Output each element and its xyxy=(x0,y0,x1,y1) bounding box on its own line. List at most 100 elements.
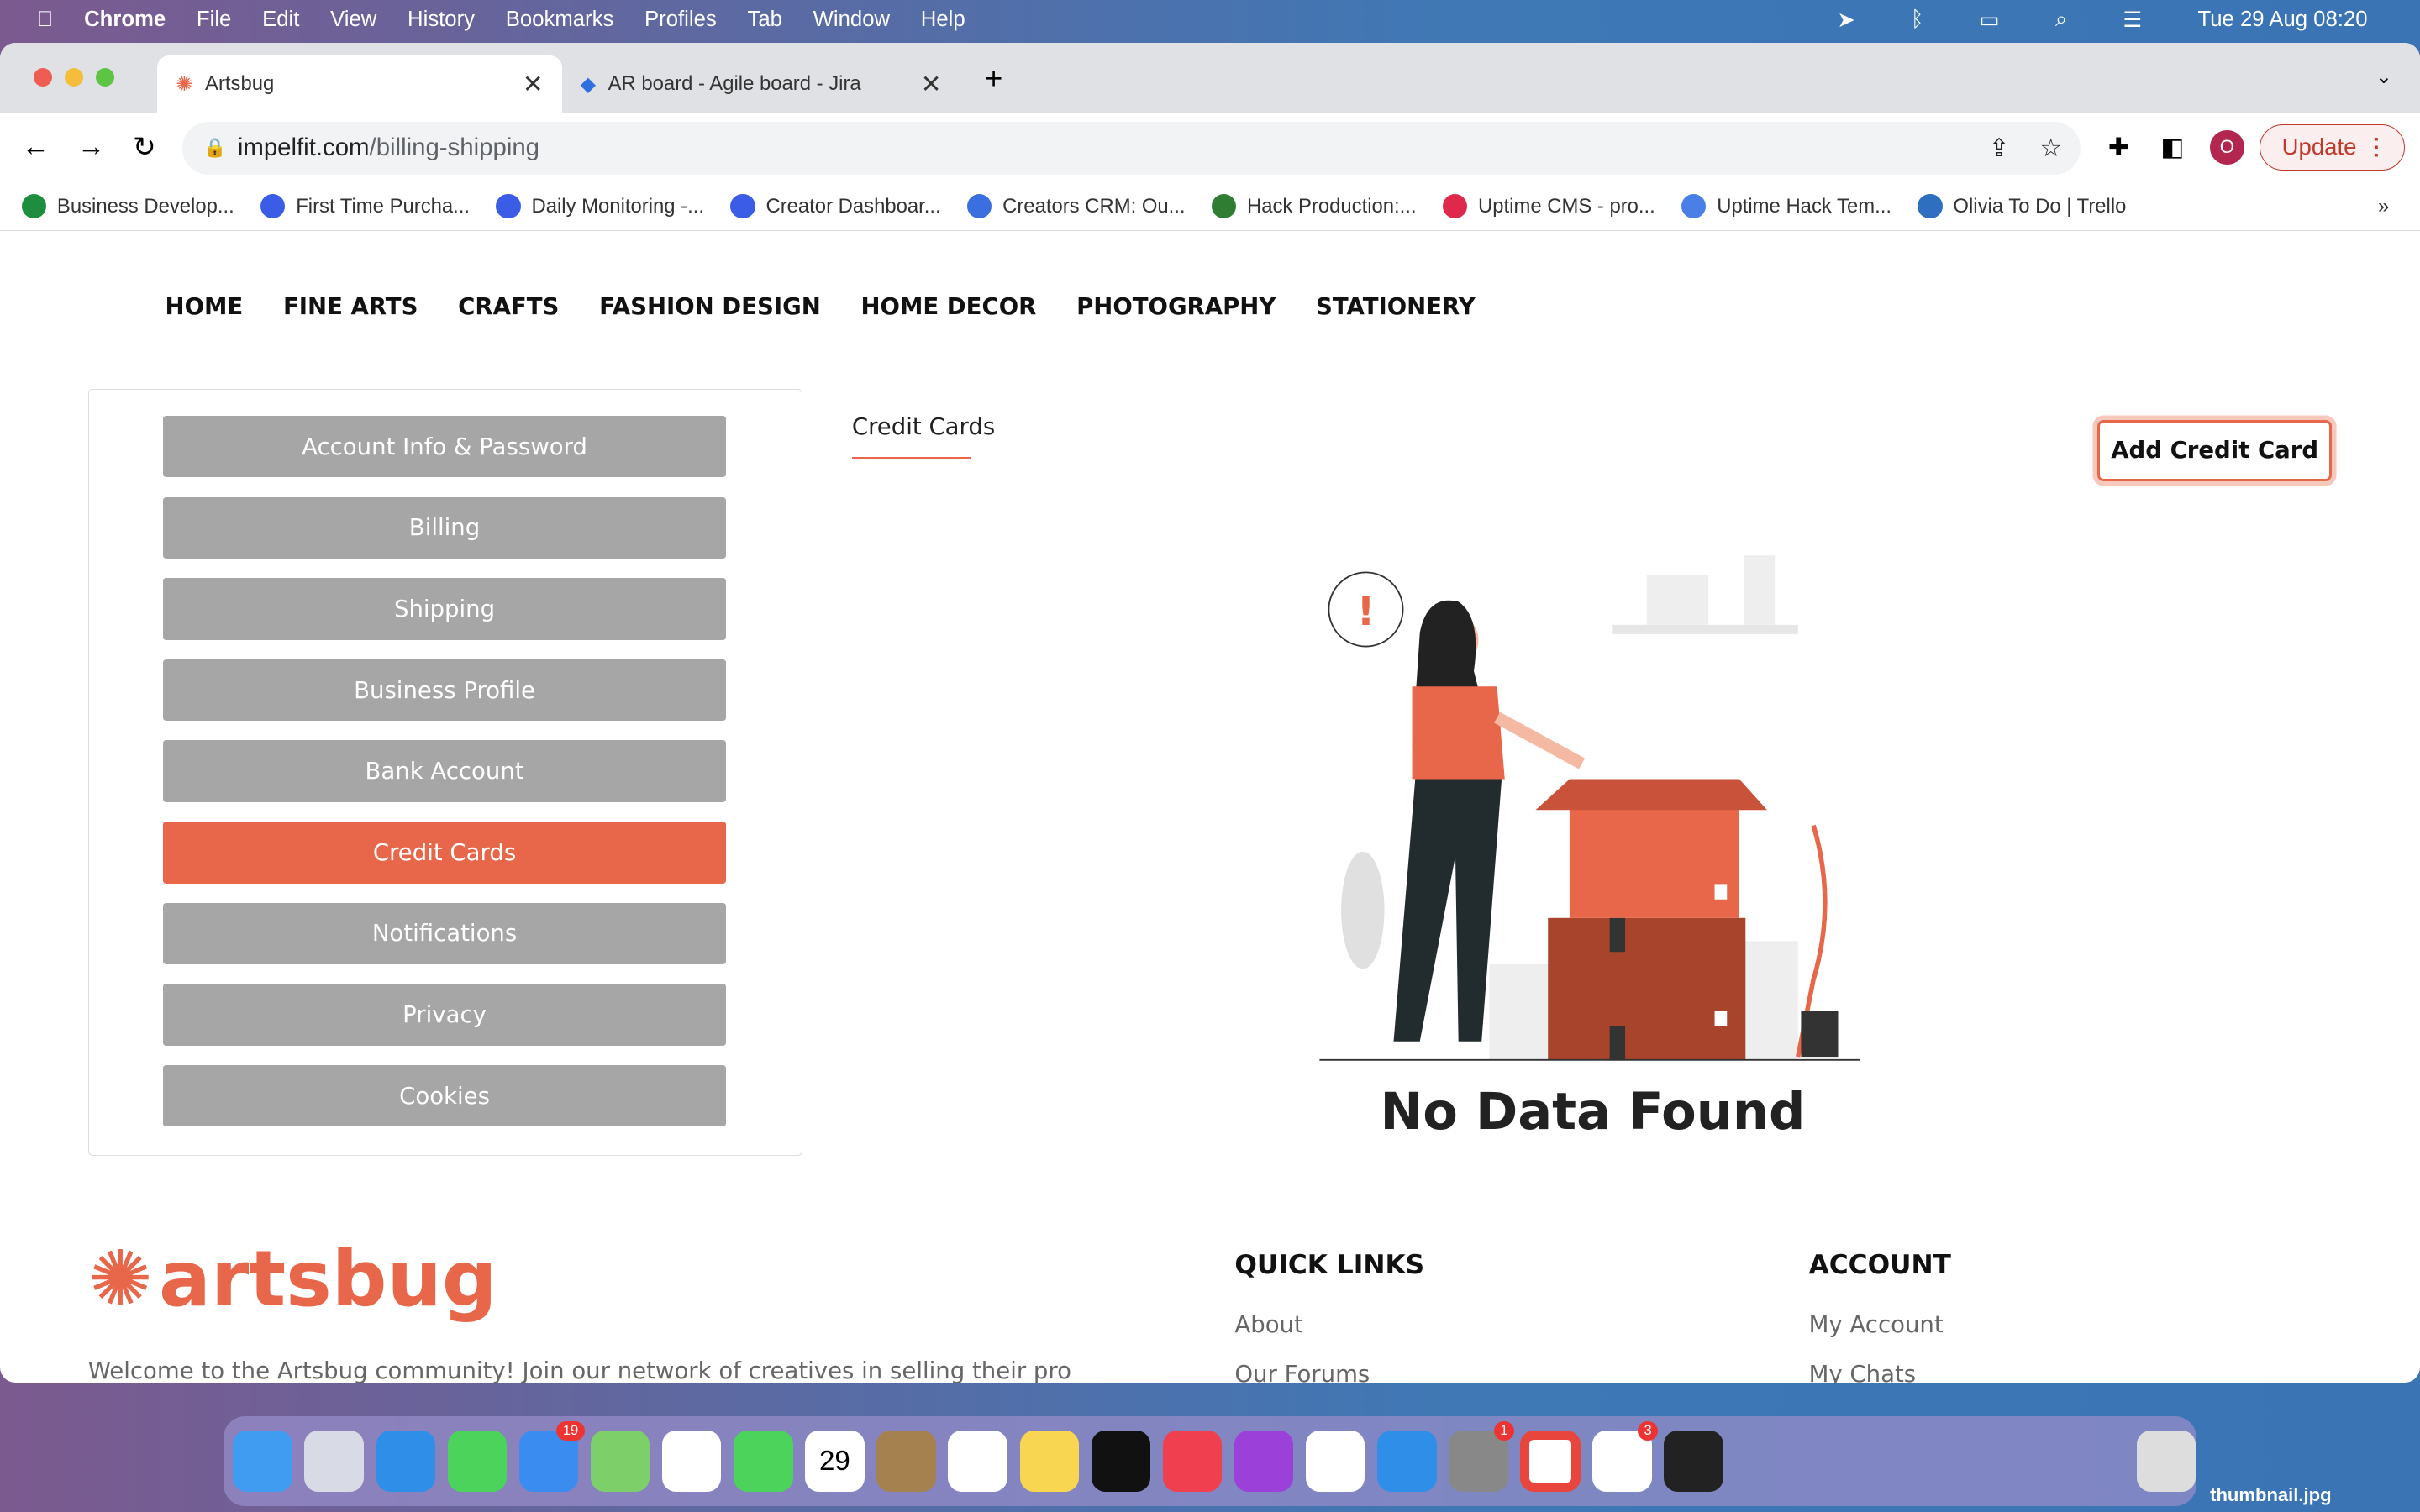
url-path: /billing-shipping xyxy=(369,134,540,162)
menu-view[interactable]: View xyxy=(330,8,376,32)
chrome-icon[interactable] xyxy=(1520,1430,1581,1493)
apple-tv-icon[interactable] xyxy=(1091,1430,1151,1493)
music-icon[interactable] xyxy=(1162,1430,1223,1493)
battery-icon[interactable]: ▭ xyxy=(1979,8,1999,33)
trash-icon[interactable] xyxy=(2137,1430,2196,1493)
back-icon[interactable]: ← xyxy=(22,131,50,163)
bookmark-item[interactable]: Daily Monitoring -... xyxy=(496,193,704,219)
bookmark-item[interactable]: Creators CRM: Ou... xyxy=(966,193,1186,219)
sidebar-item[interactable]: Privacy xyxy=(162,984,727,1046)
tab-artsbug[interactable]: ✺ Artsbug ✕ xyxy=(157,55,562,113)
sidebar-item[interactable]: Account Info & Password xyxy=(162,416,727,478)
more-bookmarks-icon[interactable]: » xyxy=(2378,195,2389,218)
nav-item[interactable]: FASHION DESIGN xyxy=(599,293,821,320)
control-center-icon[interactable]: ☰ xyxy=(2123,8,2142,33)
news-icon[interactable] xyxy=(1305,1430,1365,1493)
menu-profiles[interactable]: Profiles xyxy=(644,8,717,32)
quicktime-icon[interactable] xyxy=(1664,1430,1723,1493)
footer-link-about[interactable]: About xyxy=(1234,1311,1302,1338)
bookmark-star-icon[interactable]: ☆ xyxy=(2039,134,2061,163)
slack-icon[interactable]: 3 xyxy=(1592,1420,1659,1493)
close-tab-icon[interactable]: ✕ xyxy=(921,70,942,99)
side-panel-icon[interactable]: ◧ xyxy=(2160,133,2184,162)
address-bar[interactable]: 🔒 impelfit.com/billing-shipping ⇪ ☆ xyxy=(182,122,2081,175)
apple-icon[interactable]:  xyxy=(37,8,53,32)
nav-item[interactable]: PHOTOGRAPHY xyxy=(1076,293,1276,320)
bookmark-item[interactable]: Olivia To Do | Trello xyxy=(1918,193,2126,219)
bookmark-item[interactable]: Uptime CMS - pro... xyxy=(1442,193,1655,219)
more-icon[interactable]: ⋮ xyxy=(2365,134,2389,160)
zoom-window-button[interactable] xyxy=(95,67,114,87)
bookmark-item[interactable]: Uptime Hack Tem... xyxy=(1681,193,1891,219)
menu-edit[interactable]: Edit xyxy=(262,8,299,32)
bluetooth-icon[interactable]: ᛒ xyxy=(1911,8,1923,33)
launchpad-icon[interactable] xyxy=(304,1430,364,1493)
chrome-window: ✺ Artsbug ✕ ◆ AR board - Agile board - Jira… xyxy=(0,43,2420,1383)
sidebar-item[interactable]: Credit Cards xyxy=(162,822,727,884)
bookmark-item[interactable]: Hack Production:... xyxy=(1211,193,1417,219)
menu-help[interactable]: Help xyxy=(921,8,965,32)
minimize-window-button[interactable] xyxy=(65,67,84,87)
bookmark-item[interactable]: First Time Purcha... xyxy=(260,193,470,219)
sidebar-item[interactable]: Cookies xyxy=(162,1064,727,1127)
svg-text:!: ! xyxy=(1357,589,1376,635)
update-button[interactable]: Update ⋮ xyxy=(2259,123,2405,171)
calendar-icon[interactable]: 29 xyxy=(805,1430,865,1493)
add-credit-card-button[interactable]: Add Credit Card xyxy=(2097,419,2333,481)
share-icon[interactable]: ⇪ xyxy=(1989,134,2010,163)
menu-bookmarks[interactable]: Bookmarks xyxy=(506,8,614,32)
tab-credit-cards[interactable]: Credit Cards xyxy=(851,413,995,461)
search-icon[interactable]: ⌕ xyxy=(2055,8,2067,33)
nav-item[interactable]: FINE ARTS xyxy=(283,293,418,320)
sidebar-item[interactable]: Billing xyxy=(162,496,727,559)
sidebar-item[interactable]: Bank Account xyxy=(162,740,727,802)
extensions-icon[interactable]: ✚ xyxy=(2108,133,2129,162)
podcasts-icon[interactable] xyxy=(1234,1430,1294,1493)
tab-jira[interactable]: ◆ AR board - Agile board - Jira ✕ xyxy=(562,55,960,113)
mail-icon[interactable]: 19 xyxy=(518,1420,585,1493)
artsbug-favicon: ✺ xyxy=(176,72,193,96)
messages-icon[interactable] xyxy=(447,1430,508,1493)
maps-icon[interactable] xyxy=(590,1430,650,1493)
profile-avatar[interactable]: O xyxy=(2210,130,2244,165)
footer-link-forums[interactable]: Our Forums xyxy=(1234,1361,1370,1383)
menu-tab[interactable]: Tab xyxy=(747,8,781,32)
menu-window[interactable]: Window xyxy=(813,8,890,32)
sidebar-item[interactable]: Business Profile xyxy=(162,659,727,722)
menu-history[interactable]: History xyxy=(408,8,475,32)
close-window-button[interactable] xyxy=(34,67,53,87)
bookmark-item[interactable]: Business Develop... xyxy=(21,193,234,219)
photos-icon[interactable] xyxy=(661,1430,722,1493)
sidebar-item[interactable]: Notifications xyxy=(162,902,727,965)
contacts-icon[interactable] xyxy=(876,1430,936,1493)
nav-item[interactable]: STATIONERY xyxy=(1316,293,1476,320)
bookmark-item[interactable]: Creator Dashboar... xyxy=(730,193,941,219)
tab-search-icon[interactable]: ⌄ xyxy=(2375,65,2392,89)
reload-icon[interactable]: ↻ xyxy=(133,130,156,164)
mac-menubar:  Chrome File Edit View History Bookmark… xyxy=(0,0,2420,40)
location-icon[interactable]: ➤ xyxy=(1837,8,1855,33)
finder-icon[interactable] xyxy=(233,1430,292,1493)
notes-icon[interactable] xyxy=(1019,1430,1079,1493)
nav-item[interactable]: HOME DECOR xyxy=(861,293,1037,320)
new-tab-button[interactable]: + xyxy=(985,61,1002,97)
system-settings-icon[interactable]: 1 xyxy=(1449,1420,1514,1493)
menu-app[interactable]: Chrome xyxy=(84,8,166,32)
url-host: impelfit.com xyxy=(237,134,370,162)
nav-item[interactable]: CRAFTS xyxy=(458,293,559,320)
footer-logo[interactable]: ✺ artsbug xyxy=(88,1234,497,1324)
nav-item[interactable]: HOME xyxy=(166,293,244,320)
footer-link-my-account[interactable]: My Account xyxy=(1809,1311,1944,1338)
menu-file[interactable]: File xyxy=(197,8,231,32)
reminders-icon[interactable] xyxy=(948,1430,1007,1493)
bookmark-favicon-icon xyxy=(1681,193,1707,219)
footer-link-my-chats[interactable]: My Chats xyxy=(1809,1361,1917,1383)
safari-icon[interactable] xyxy=(376,1430,435,1493)
forward-icon[interactable]: → xyxy=(77,131,105,163)
sidebar-item[interactable]: Shipping xyxy=(162,578,727,640)
facetime-icon[interactable] xyxy=(734,1430,793,1493)
clock[interactable]: Tue 29 Aug 08:20 xyxy=(2198,8,2368,33)
app-store-icon[interactable] xyxy=(1377,1430,1437,1493)
close-tab-icon[interactable]: ✕ xyxy=(523,70,544,99)
desktop-file-label[interactable]: thumbnail.jpg xyxy=(2210,1484,2331,1506)
